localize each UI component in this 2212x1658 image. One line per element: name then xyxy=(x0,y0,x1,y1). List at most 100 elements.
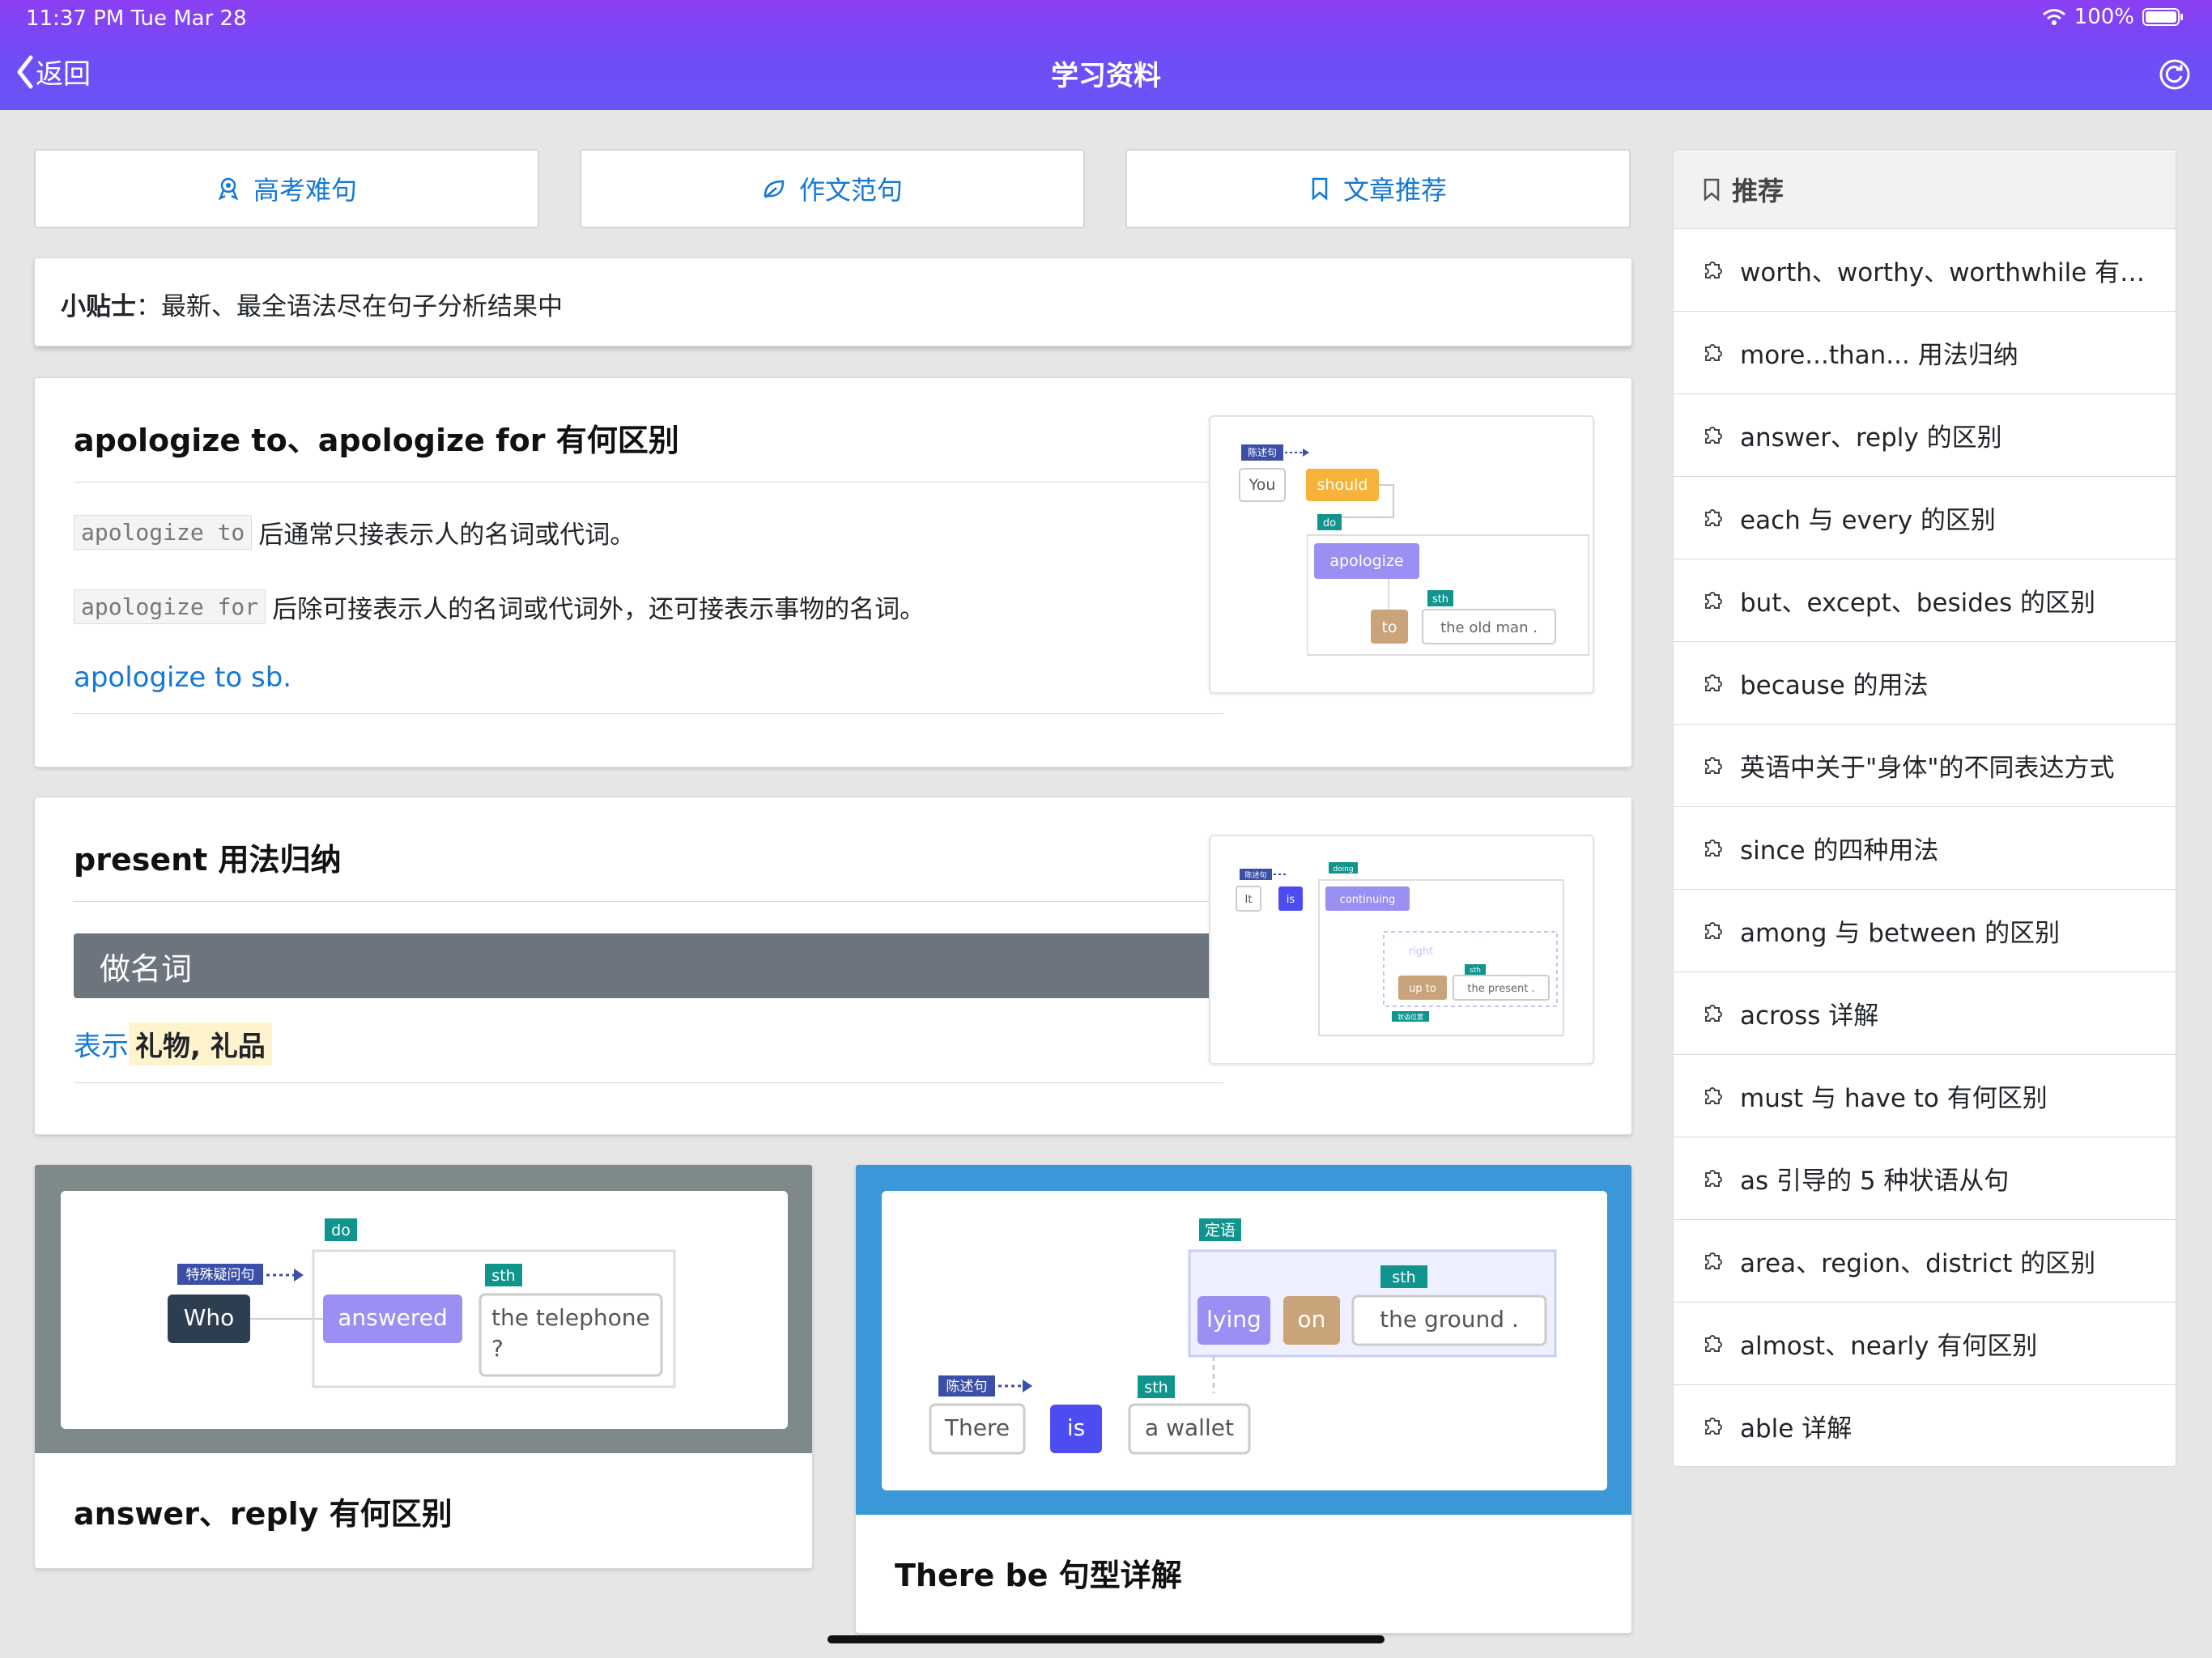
article-card-apologize[interactable]: apologize to、apologize for 有何区别 apologiz… xyxy=(34,377,1632,767)
status-time: 11:37 PM Tue Mar 28 xyxy=(26,6,247,31)
puzzle-icon xyxy=(1705,343,1722,361)
diagram-arrow xyxy=(294,1269,304,1282)
card-caption: There be 句型详解 xyxy=(895,1558,1182,1593)
sidebar-item[interactable]: almost、nearly 有何区别 xyxy=(1674,1303,2176,1385)
sidebar-item[interactable]: more...than... 用法归纳 xyxy=(1674,312,2176,394)
divider xyxy=(74,901,1223,902)
diagram-word: is xyxy=(1287,894,1295,906)
sidebar-item[interactable]: among 与 between 的区别 xyxy=(1674,890,2176,972)
battery-percent: 100% xyxy=(2074,5,2134,29)
sidebar-item[interactable]: because 的用法 xyxy=(1674,642,2176,725)
battery-icon xyxy=(2142,8,2183,26)
tip-label: 小贴士 xyxy=(61,292,136,321)
sidebar-item[interactable]: 英语中关于"身体"的不同表达方式 xyxy=(1674,725,2176,807)
app-header: 11:37 PM Tue Mar 28 100% 返回 学习资料 xyxy=(0,0,2212,110)
sidebar-item-label: but、except、besides 的区别 xyxy=(1740,589,2096,618)
sentence-diagram-thumbnail[interactable]: 陈述句 It is doing continuing right sth up … xyxy=(1209,835,1594,1065)
sidebar-item[interactable]: each 与 every 的区别 xyxy=(1674,477,2176,559)
rocket-icon xyxy=(218,177,239,201)
tip-separator: ： xyxy=(136,292,161,321)
puzzle-icon xyxy=(1705,261,1722,278)
sidebar-item-label: each 与 every 的区别 xyxy=(1740,506,1996,535)
back-button[interactable]: 返回 xyxy=(15,52,91,91)
article-card-present[interactable]: present 用法归纳 做名词 表示 礼物, 礼品 陈述句 It is doi… xyxy=(34,797,1632,1135)
article-card-there-be[interactable]: 定语 lying on sth the ground . 陈述句 There i… xyxy=(855,1164,1632,1634)
chevron-left-icon xyxy=(17,55,33,88)
diagram-svg: 陈述句 It is doing continuing right sth up … xyxy=(1236,862,1564,1036)
sidebar-item[interactable]: as 引导的 5 种状语从句 xyxy=(1674,1137,2176,1220)
diagram-tag: 陈述句 xyxy=(1244,870,1266,880)
tab-label: 文章推荐 xyxy=(1342,175,1447,206)
sidebar-item[interactable]: but、except、besides 的区别 xyxy=(1674,559,2176,642)
diagram-word: There xyxy=(944,1414,1010,1441)
sidebar-item[interactable]: must 与 have to 有何区别 xyxy=(1674,1055,2176,1137)
puzzle-icon xyxy=(1705,1004,1722,1022)
puzzle-icon xyxy=(1705,1252,1722,1269)
home-indicator xyxy=(827,1635,1385,1643)
diagram-svg: 定语 lying on sth the ground . 陈述句 There i… xyxy=(929,1218,1557,1455)
diagram-word: You xyxy=(1249,476,1276,494)
meaning-highlight: 礼物, 礼品 xyxy=(129,1022,272,1065)
card-title: apologize to、apologize for 有何区别 xyxy=(74,423,679,458)
diagram-label: sth xyxy=(1392,1269,1415,1286)
divider xyxy=(74,1082,1223,1083)
sidebar-item[interactable]: answer、reply 的区别 xyxy=(1674,394,2176,477)
sidebar-item[interactable]: area、region、district 的区别 xyxy=(1674,1220,2176,1303)
refresh-button[interactable] xyxy=(2159,58,2191,94)
meaning-line: 表示 礼物, 礼品 xyxy=(74,1022,272,1065)
sidebar-item[interactable]: since 的四种用法 xyxy=(1674,807,2176,890)
diagram-word: on xyxy=(1298,1306,1326,1333)
sidebar-item-label: more...than... 用法归纳 xyxy=(1740,341,2018,370)
diagram-word: Who xyxy=(184,1304,235,1331)
puzzle-icon xyxy=(1705,839,1722,857)
sidebar-item[interactable]: able 详解 xyxy=(1674,1385,2176,1466)
sidebar-item[interactable]: across 详解 xyxy=(1674,972,2176,1055)
puzzle-icon xyxy=(1705,1086,1722,1104)
wifi-icon xyxy=(2042,9,2065,25)
sidebar-item-label: because 的用法 xyxy=(1740,671,1929,700)
sentence-diagram-thumbnail[interactable]: 陈述句 You should do apologize sth to the o… xyxy=(1209,415,1594,694)
puzzle-icon xyxy=(1705,921,1722,939)
back-label: 返回 xyxy=(36,58,91,91)
page-title: 学习资料 xyxy=(1051,60,1161,92)
sidebar-item-label: almost、nearly 有何区别 xyxy=(1740,1332,2038,1361)
card-caption: answer、reply 有何区别 xyxy=(74,1496,453,1532)
usage-text: 后除可接表示人的名词或代词外，还可接表示事物的名词。 xyxy=(272,595,925,624)
sidebar-item-label: able 详解 xyxy=(1740,1414,1853,1443)
diagram-word: the present . xyxy=(1467,983,1534,995)
tab-article-recommend[interactable]: 文章推荐 xyxy=(1125,149,1631,228)
article-card-answer-reply[interactable]: 特殊疑问句 Who do answered sth the telephone … xyxy=(34,1164,813,1569)
sidebar-list: worth、worthy、worthwhile 有何区别 more...than.… xyxy=(1674,229,2176,1466)
sidebar-item-label: area、region、district 的区别 xyxy=(1740,1249,2096,1278)
example-link[interactable]: apologize to sb. xyxy=(74,661,291,694)
usage-line: apologize to 后通常只接表示人的名词或代词。 xyxy=(74,514,635,551)
sidebar-item-label: must 与 have to 有何区别 xyxy=(1740,1084,2048,1113)
diagram-svg: 陈述句 You should do apologize sth to the o… xyxy=(1239,444,1590,656)
diagram-word: the old man . xyxy=(1440,619,1538,636)
diagram-label: doing xyxy=(1333,865,1353,874)
diagram-word: continuing xyxy=(1340,894,1396,906)
diagram-label: do xyxy=(331,1222,351,1239)
tab-gaokao-sentences[interactable]: 高考难句 xyxy=(34,149,539,228)
diagram-word: It xyxy=(1245,894,1253,906)
tab-essay-sentences[interactable]: 作文范句 xyxy=(580,149,1085,228)
sidebar-item-label: answer、reply 的区别 xyxy=(1740,423,2002,453)
diagram-word: up to xyxy=(1409,983,1436,995)
puzzle-icon xyxy=(1705,1417,1722,1435)
diagram-arrow xyxy=(1303,449,1309,457)
divider xyxy=(74,482,1223,483)
diagram-tag: 陈述句 xyxy=(946,1379,988,1395)
section-heading: 做名词 xyxy=(74,933,1223,998)
diagram-tag: 陈述句 xyxy=(1248,446,1277,458)
puzzle-icon xyxy=(1705,508,1722,526)
sidebar-item[interactable]: worth、worthy、worthwhile 有何区别 xyxy=(1674,229,2176,312)
code-term: apologize to xyxy=(74,515,253,550)
diagram-word: lying xyxy=(1206,1306,1261,1333)
diagram-label: sth xyxy=(1144,1379,1168,1397)
status-right: 100% xyxy=(2042,5,2184,29)
recommend-sidebar: 推荐 worth、worthy、worthwhile 有何区别 more...th… xyxy=(1673,149,2176,1467)
diagram-word: should xyxy=(1317,476,1368,494)
meaning-prefix: 表示 xyxy=(74,1031,129,1063)
diagram-arrow xyxy=(1023,1380,1032,1392)
sidebar-item-label: across 详解 xyxy=(1740,1001,1879,1031)
